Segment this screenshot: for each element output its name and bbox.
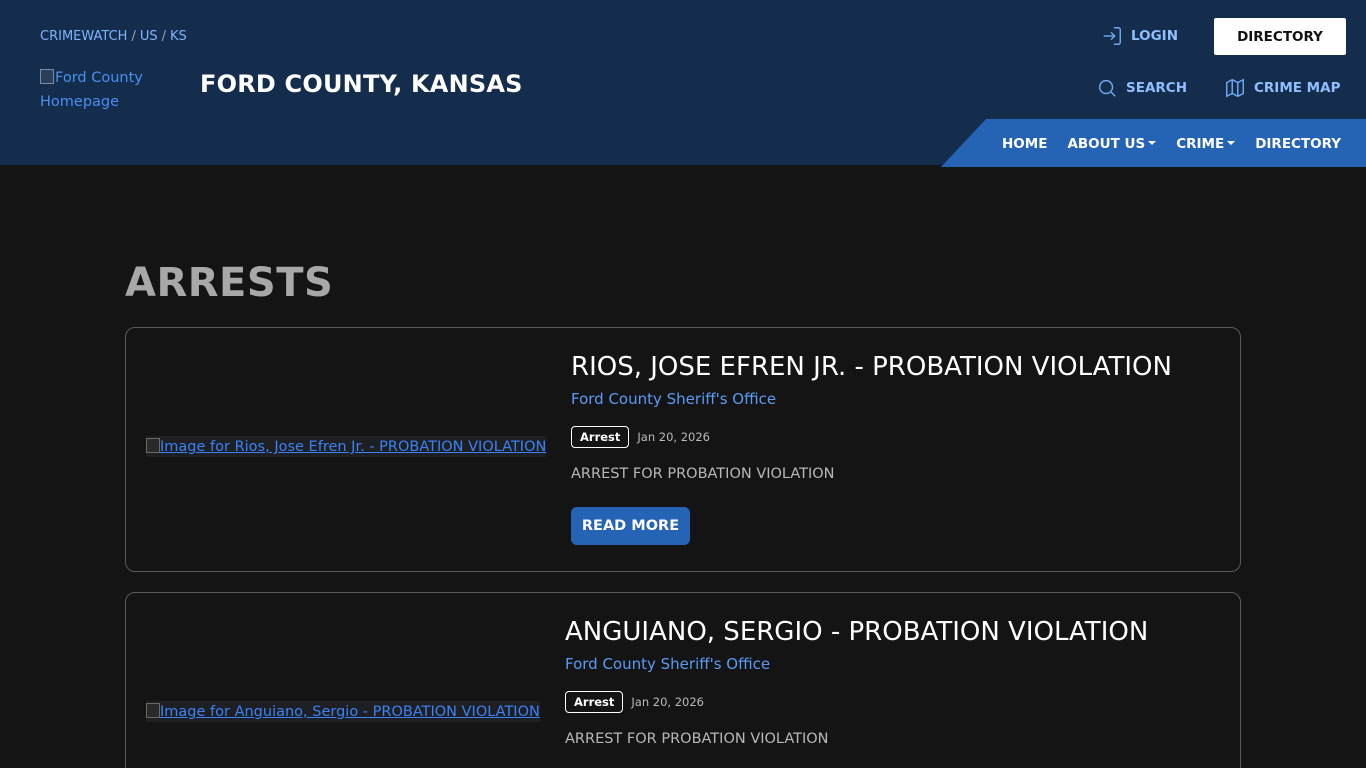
card-date: Jan 20, 2026: [637, 430, 710, 444]
crime-map-link[interactable]: CRIME MAP: [1224, 77, 1340, 99]
arrest-image-link[interactable]: Image for Rios, Jose Efren Jr. - PROBATI…: [146, 436, 547, 457]
nav-directory[interactable]: DIRECTORY: [1255, 136, 1341, 152]
login-label: LOGIN: [1131, 28, 1178, 44]
search-icon: [1098, 79, 1116, 97]
arrest-card: Image for Rios, Jose Efren Jr. - PROBATI…: [125, 327, 1241, 572]
directory-button[interactable]: DIRECTORY: [1214, 18, 1346, 55]
logo-alt-text: Ford County Homepage: [40, 70, 143, 110]
breadcrumb: CRIMEWATCH / US / KS: [40, 29, 187, 44]
card-description: ARREST FOR PROBATION VIOLATION: [565, 731, 829, 747]
search-link[interactable]: SEARCH: [1096, 77, 1187, 99]
nav-about-us[interactable]: ABOUT US: [1067, 136, 1157, 152]
nav-home[interactable]: HOME: [1002, 136, 1047, 152]
page-title: ARRESTS: [125, 260, 334, 306]
card-title[interactable]: RIOS, JOSE EFREN JR. - PROBATION VIOLATI…: [571, 350, 1172, 384]
card-agency-link[interactable]: Ford County Sheriff's Office: [565, 655, 1148, 673]
card-title[interactable]: ANGUIANO, SERGIO - PROBATION VIOLATION: [565, 615, 1148, 649]
card-meta: Arrest Jan 20, 2026: [571, 426, 1172, 448]
site-title: FORD COUNTY, KANSAS: [200, 70, 523, 98]
card-body: ANGUIANO, SERGIO - PROBATION VIOLATION F…: [565, 615, 1148, 747]
caret-down-icon: [1227, 141, 1236, 145]
read-more-button[interactable]: READ MORE: [571, 507, 690, 545]
broken-image-icon: [40, 69, 54, 84]
card-body: RIOS, JOSE EFREN JR. - PROBATION VIOLATI…: [571, 350, 1172, 545]
caret-down-icon: [1148, 141, 1157, 145]
login-icon: [1103, 27, 1121, 45]
login-link[interactable]: LOGIN: [1101, 25, 1178, 47]
image-alt-text: Image for Anguiano, Sergio - PROBATION V…: [160, 704, 540, 720]
breadcrumb-crimewatch[interactable]: CRIMEWATCH: [40, 29, 127, 44]
category-badge[interactable]: Arrest: [565, 691, 624, 713]
main-nav: HOME ABOUT US CRIME DIRECTORY: [1002, 136, 1341, 152]
county-logo-link[interactable]: Ford County Homepage: [40, 66, 170, 114]
arrest-image-link[interactable]: Image for Anguiano, Sergio - PROBATION V…: [146, 701, 540, 722]
nav-crime-label: CRIME: [1176, 136, 1225, 152]
breadcrumb-ks[interactable]: KS: [170, 29, 187, 44]
broken-image-icon: [146, 703, 160, 718]
breadcrumb-separator: /: [161, 29, 166, 44]
card-description: ARREST FOR PROBATION VIOLATION: [571, 466, 835, 482]
card-meta: Arrest Jan 20, 2026: [565, 691, 1148, 713]
arrest-card: Image for Anguiano, Sergio - PROBATION V…: [125, 592, 1241, 768]
image-alt-text: Image for Rios, Jose Efren Jr. - PROBATI…: [160, 439, 547, 455]
map-icon: [1226, 78, 1244, 98]
nav-crime[interactable]: CRIME: [1176, 136, 1236, 152]
search-label: SEARCH: [1126, 80, 1187, 96]
breadcrumb-separator: /: [131, 29, 136, 44]
card-date: Jan 20, 2026: [631, 695, 704, 709]
category-badge[interactable]: Arrest: [571, 426, 630, 448]
breadcrumb-us[interactable]: US: [140, 29, 158, 44]
crime-map-label: CRIME MAP: [1254, 80, 1341, 96]
card-agency-link[interactable]: Ford County Sheriff's Office: [571, 390, 1172, 408]
nav-about-us-label: ABOUT US: [1067, 136, 1146, 152]
broken-image-icon: [146, 438, 160, 453]
